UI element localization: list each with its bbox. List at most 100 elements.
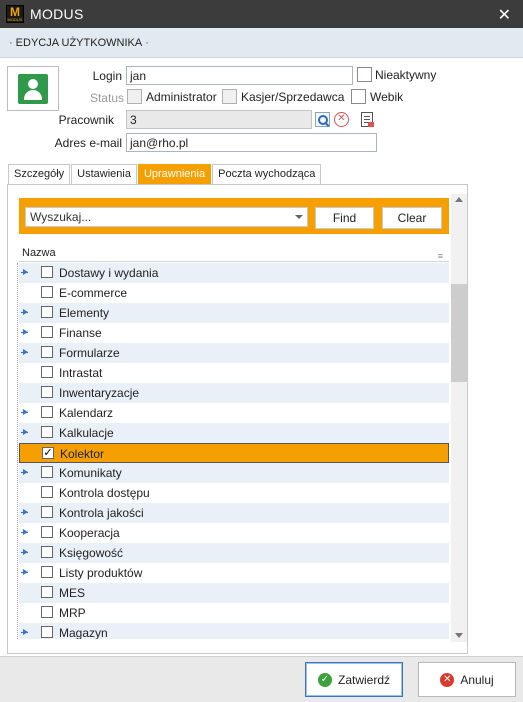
tree-row[interactable]: Komunikaty [19, 463, 449, 483]
vertical-scrollbar[interactable] [451, 194, 467, 642]
tree-row[interactable]: Magazyn [19, 623, 449, 639]
expand-arrow-icon[interactable] [21, 629, 30, 636]
expand-arrow-icon[interactable] [21, 429, 30, 436]
tree-row[interactable]: Dostawy i wydania [19, 263, 449, 283]
column-header[interactable]: Nazwa ≡ [19, 245, 449, 262]
tree-row[interactable]: Kalendarz [19, 403, 449, 423]
cashier-checkbox[interactable] [222, 89, 237, 104]
row-checkbox[interactable] [41, 386, 53, 398]
row-checkbox[interactable] [41, 506, 53, 518]
tree-row[interactable]: Formularze [19, 343, 449, 363]
row-checkbox[interactable] [41, 366, 53, 378]
row-checkbox[interactable] [41, 626, 53, 638]
row-label: Magazyn [59, 626, 108, 639]
tree-row[interactable]: Inwentaryzacje [19, 383, 449, 403]
row-label: MES [59, 586, 86, 600]
row-label: Księgowość [59, 546, 124, 560]
tree-row[interactable]: Elementy [19, 303, 449, 323]
employee-label: Pracownik [58, 113, 114, 127]
avatar[interactable] [7, 66, 59, 111]
search-combo[interactable]: Wyszukaj... [25, 207, 308, 227]
tree-row[interactable]: Listy produktów [19, 563, 449, 583]
expand-arrow-icon[interactable] [21, 409, 30, 416]
section-header: · EDYCJA UŻYTKOWNIKA · [0, 28, 523, 58]
tab-details[interactable]: Szczegóły [8, 164, 71, 184]
row-checkbox[interactable] [41, 426, 53, 438]
row-checkbox[interactable] [41, 306, 53, 318]
tree-row[interactable]: Kalkulacje [19, 423, 449, 443]
tree-row[interactable]: Kontrola dostępu [19, 483, 449, 503]
tree-row[interactable]: MRP [19, 603, 449, 623]
row-checkbox[interactable] [41, 466, 53, 478]
row-checkbox[interactable] [41, 486, 53, 498]
tab-settings[interactable]: Ustawienia [71, 164, 137, 184]
row-label: Kalkulacje [59, 426, 114, 440]
row-label: Kooperacja [59, 526, 120, 540]
tree-row[interactable]: Kontrola jakości [19, 503, 449, 523]
webik-label: Webik [370, 90, 404, 104]
scroll-down-icon[interactable] [455, 633, 463, 638]
login-field[interactable]: jan [126, 66, 353, 85]
clear-button[interactable]: Clear [382, 207, 442, 229]
email-field[interactable]: jan@rho.pl [126, 133, 377, 152]
employee-field[interactable]: 3 [126, 110, 312, 129]
inactive-checkbox[interactable] [357, 67, 372, 82]
scrollbar-thumb[interactable] [451, 284, 467, 382]
row-label: Kontrola dostępu [59, 486, 150, 500]
row-label: Listy produktów [59, 566, 143, 580]
row-label: Kontrola jakości [59, 506, 144, 520]
expand-arrow-icon[interactable] [21, 269, 30, 276]
section-title: EDYCJA UŻYTKOWNIKA [15, 36, 143, 49]
row-checkbox[interactable] [41, 286, 53, 298]
clear-icon[interactable]: ✕ [334, 112, 349, 127]
tree-row[interactable]: ✓ Kolektor [19, 443, 449, 463]
tree-row[interactable]: E-commerce [19, 283, 449, 303]
expand-arrow-icon[interactable] [21, 509, 30, 516]
webik-checkbox[interactable] [351, 89, 366, 104]
tab-permissions[interactable]: Uprawnienia [137, 164, 212, 184]
row-checkbox[interactable] [41, 406, 53, 418]
expand-arrow-icon[interactable] [21, 529, 30, 536]
expand-arrow-icon[interactable] [21, 469, 30, 476]
row-checkbox[interactable]: ✓ [42, 447, 54, 459]
row-checkbox[interactable] [41, 606, 53, 618]
confirm-button[interactable]: ✓ Zatwierdź [305, 662, 403, 697]
row-checkbox[interactable] [41, 566, 53, 578]
row-checkbox[interactable] [41, 586, 53, 598]
close-icon[interactable]: ✕ [498, 5, 511, 25]
row-checkbox[interactable] [41, 526, 53, 538]
tree-row[interactable]: Księgowość [19, 543, 449, 563]
tree-row[interactable]: Intrastat [19, 363, 449, 383]
tree-row[interactable]: Kooperacja [19, 523, 449, 543]
tree-line [17, 263, 18, 639]
search-placeholder: Wyszukaj... [30, 210, 92, 224]
expand-arrow-icon[interactable] [21, 329, 30, 336]
check-icon: ✓ [317, 672, 332, 687]
expand-arrow-icon[interactable] [21, 569, 30, 576]
row-label: Finanse [59, 326, 102, 340]
cashier-label: Kasjer/Sprzedawca [241, 90, 345, 104]
row-checkbox[interactable] [41, 326, 53, 338]
row-label: Komunikaty [59, 466, 122, 480]
document-icon[interactable] [361, 112, 374, 127]
confirm-label: Zatwierdź [337, 672, 390, 687]
row-checkbox[interactable] [41, 266, 53, 278]
cancel-button[interactable]: ✕ Anuluj [418, 662, 516, 697]
tree-row[interactable]: Finanse [19, 323, 449, 343]
sort-icon[interactable]: ≡ [438, 248, 443, 264]
tab-outgoing-mail[interactable]: Poczta wychodząca [212, 164, 322, 184]
expand-arrow-icon[interactable] [21, 349, 30, 356]
row-checkbox[interactable] [41, 346, 53, 358]
administrator-checkbox[interactable] [127, 89, 142, 104]
scroll-up-icon[interactable] [455, 197, 463, 202]
find-button[interactable]: Find [315, 207, 374, 229]
expand-arrow-icon[interactable] [21, 309, 30, 316]
tree-row[interactable]: MES [19, 583, 449, 603]
cancel-icon: ✕ [440, 672, 455, 687]
chevron-down-icon[interactable] [295, 215, 303, 219]
dialog-footer: ✓ Zatwierdź ✕ Anuluj [0, 656, 523, 702]
row-checkbox[interactable] [41, 546, 53, 558]
search-icon[interactable] [315, 112, 330, 127]
expand-arrow-icon[interactable] [21, 549, 30, 556]
status-label: Status [89, 91, 124, 105]
